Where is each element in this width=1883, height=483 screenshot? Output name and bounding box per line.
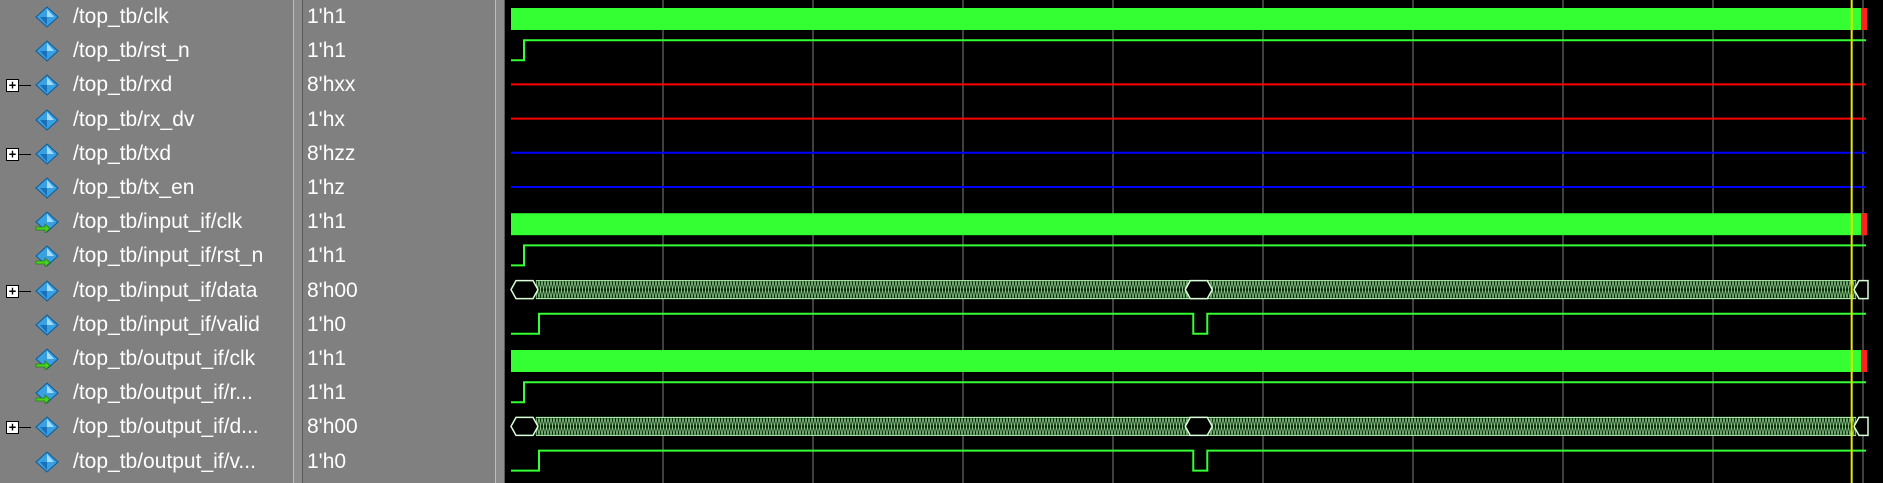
value-row[interactable]: 8'hzz (303, 137, 495, 171)
signal-icon (34, 177, 60, 199)
value-row[interactable]: 1'h1 (303, 376, 495, 410)
signal-name: /top_tb/input_if/rst_n (73, 244, 264, 268)
signal-name: /top_tb/rxd (73, 73, 173, 97)
waveform-trace[interactable] (511, 8, 1867, 30)
waveform-trace[interactable] (511, 213, 1867, 236)
signal-name: /top_tb/output_if/d... (73, 415, 259, 439)
tree-connector (19, 427, 31, 429)
signal-value: 8'h00 (307, 278, 358, 302)
value-row[interactable]: 8'hxx (303, 68, 495, 102)
interface-signal-icon (34, 211, 60, 235)
signal-value: 1'h0 (307, 312, 347, 336)
waveform-trace[interactable] (510, 416, 1869, 437)
value-row[interactable]: 1'h1 (303, 34, 495, 68)
signal-value: 1'h1 (307, 210, 347, 234)
signal-row[interactable]: /top_tb/rx_dv (0, 103, 293, 137)
tree-connector (19, 290, 31, 292)
waveform-trace[interactable] (510, 279, 1869, 300)
signal-row[interactable]: /top_tb/output_if/clk (0, 342, 293, 376)
signal-row[interactable]: /top_tb/input_if/valid (0, 308, 293, 342)
value-row[interactable]: 1'h1 (303, 0, 495, 34)
signal-name: /top_tb/txd (73, 141, 172, 165)
waveform-trace[interactable] (511, 39, 1866, 62)
interface-signal-icon (34, 348, 60, 371)
signal-value: 1'h0 (307, 449, 347, 473)
signal-icon (34, 314, 60, 336)
value-row[interactable]: 1'hx (303, 103, 495, 137)
signal-icon (34, 108, 60, 131)
signal-row[interactable]: + /top_tb/txd (0, 137, 293, 171)
expand-button[interactable]: + (6, 79, 19, 93)
signal-value: 1'h1 (307, 5, 347, 28)
signal-icon (34, 279, 60, 302)
signal-value: 1'h1 (307, 381, 347, 405)
signal-name: /top_tb/input_if/clk (73, 210, 243, 234)
signal-name: /top_tb/clk (73, 5, 169, 28)
signal-name: /top_tb/input_if/data (73, 278, 258, 302)
expand-button[interactable]: + (6, 421, 19, 435)
signal-icon (34, 74, 60, 97)
pane-splitter-values-wave[interactable] (495, 0, 505, 483)
signal-name: /top_tb/output_if/v... (73, 449, 256, 473)
signal-value: 8'hzz (307, 141, 356, 165)
waveform-viewer: /top_tb/clk/top_tb/rst_n + /top_tb/rxd/top… (0, 0, 1883, 483)
waveform-trace[interactable] (511, 244, 1866, 267)
signal-icon (34, 40, 60, 62)
signal-value: 1'hx (307, 107, 345, 131)
signal-values-pane: 1'h1 1'h1 8'hxx 1'hx 8'hzz 1'hz 1'h1 1'h1 8'h00 1… (303, 0, 495, 483)
signal-row[interactable]: /top_tb/tx_en (0, 171, 293, 205)
signal-row[interactable]: /top_tb/input_if/clk (0, 205, 293, 239)
waveform-trace[interactable] (511, 381, 1866, 404)
signal-names-pane: /top_tb/clk/top_tb/rst_n + /top_tb/rxd/top… (0, 0, 293, 483)
signal-icon (34, 143, 60, 165)
signal-row[interactable]: /top_tb/output_if/v... (0, 445, 293, 479)
signal-row[interactable]: /top_tb/rst_n (0, 34, 293, 68)
tree-connector (19, 153, 31, 155)
waveform-pane[interactable] (505, 0, 1883, 483)
interface-signal-icon (34, 245, 60, 269)
interface-signal-icon (34, 382, 60, 406)
signal-value: 1'h1 (307, 39, 347, 63)
signal-icon (34, 450, 60, 473)
value-row[interactable]: 1'h1 (303, 205, 495, 239)
signal-value: 1'h1 (307, 347, 347, 370)
tree-connector (19, 85, 31, 87)
value-row[interactable]: 1'h0 (303, 445, 495, 479)
value-row[interactable]: 8'h00 (303, 410, 495, 444)
signal-value: 8'hxx (307, 73, 356, 97)
signal-value: 8'h00 (307, 415, 358, 439)
value-row[interactable]: 1'h0 (303, 308, 495, 342)
waveform-trace[interactable] (511, 350, 1867, 372)
signal-value: 1'h1 (307, 244, 347, 268)
waveform-trace[interactable] (511, 312, 1866, 335)
signal-name: /top_tb/output_if/clk (73, 347, 256, 370)
signal-row[interactable]: /top_tb/output_if/r... (0, 376, 293, 410)
signal-name: /top_tb/input_if/valid (73, 312, 260, 336)
value-row[interactable]: 8'h00 (303, 274, 495, 308)
signal-icon (34, 416, 60, 439)
value-row[interactable]: 1'h1 (303, 239, 495, 273)
expand-button[interactable]: + (6, 147, 19, 161)
signal-name: /top_tb/tx_en (73, 176, 195, 199)
signal-value: 1'hz (307, 176, 345, 199)
signal-row[interactable]: + /top_tb/rxd (0, 68, 293, 102)
expand-button[interactable]: + (6, 284, 19, 298)
waveform-canvas[interactable] (505, 0, 1883, 483)
signal-icon (34, 6, 60, 28)
signal-row[interactable]: + /top_tb/input_if/data (0, 274, 293, 308)
signal-name: /top_tb/rst_n (73, 39, 190, 63)
value-row[interactable]: 1'hz (303, 171, 495, 205)
signal-row[interactable]: /top_tb/input_if/rst_n (0, 239, 293, 273)
signal-name: /top_tb/output_if/r... (73, 381, 253, 405)
signal-row[interactable]: /top_tb/clk (0, 0, 293, 34)
value-row[interactable]: 1'h1 (303, 342, 495, 376)
signal-row[interactable]: + /top_tb/output_if/d... (0, 410, 293, 444)
waveform-trace[interactable] (511, 449, 1866, 472)
signal-name: /top_tb/rx_dv (73, 107, 195, 131)
pane-splitter-names-values[interactable] (293, 0, 303, 483)
